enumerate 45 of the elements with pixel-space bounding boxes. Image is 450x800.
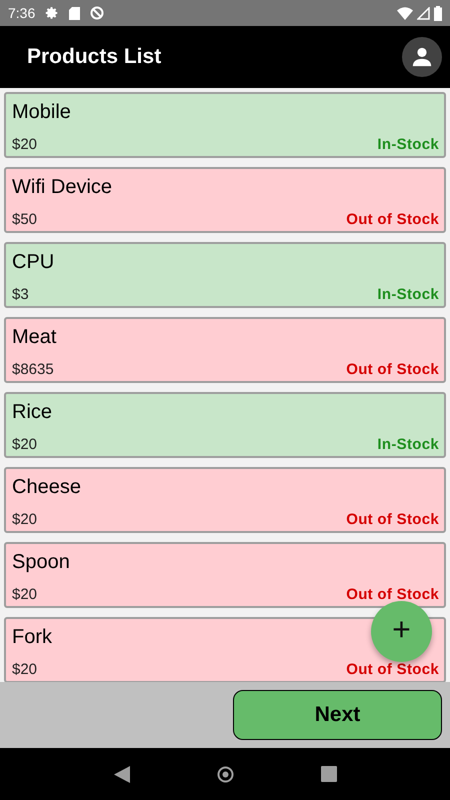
stock-status: Out of Stock <box>346 511 439 528</box>
home-icon[interactable] <box>216 766 234 782</box>
product-price: $20 <box>12 511 38 528</box>
blocked-circle-icon <box>90 6 104 20</box>
gear-icon <box>45 6 60 20</box>
product-name: Wifi Device <box>12 176 112 199</box>
signal-icon <box>417 6 430 20</box>
wifi-icon <box>397 6 413 20</box>
product-card[interactable]: Spoon $20 Out of Stock <box>4 542 446 608</box>
status-time: 7:36 <box>8 5 36 21</box>
stock-status: In-Stock <box>377 136 439 153</box>
product-price: $8635 <box>12 361 54 378</box>
stock-status: In-Stock <box>377 436 439 453</box>
product-price: $20 <box>12 661 38 678</box>
product-price: $20 <box>12 436 38 453</box>
product-price: $3 <box>12 286 29 303</box>
product-name: Cheese <box>12 476 81 499</box>
stock-status: In-Stock <box>377 286 439 303</box>
stock-status: Out of Stock <box>346 661 439 678</box>
product-card[interactable]: Mobile $20 In-Stock <box>4 92 446 158</box>
person-icon <box>411 46 433 68</box>
product-price: $50 <box>12 211 38 228</box>
product-card[interactable]: Wifi Device $50 Out of Stock <box>4 167 446 233</box>
product-name: Meat <box>12 326 56 349</box>
product-card[interactable]: Cheese $20 Out of Stock <box>4 467 446 533</box>
product-price: $20 <box>12 586 38 603</box>
battery-icon <box>434 6 442 20</box>
stock-status: Out of Stock <box>346 211 439 228</box>
product-name: Mobile <box>12 101 71 124</box>
back-icon[interactable] <box>114 766 130 782</box>
stock-status: Out of Stock <box>346 586 439 603</box>
product-card[interactable]: Rice $20 In-Stock <box>4 392 446 458</box>
product-card[interactable]: CPU $3 In-Stock <box>4 242 446 308</box>
product-name: Fork <box>12 626 52 649</box>
product-name: Rice <box>12 401 52 424</box>
product-price: $20 <box>12 136 38 153</box>
next-button[interactable]: Next <box>233 690 442 740</box>
product-name: Spoon <box>12 551 70 574</box>
overview-icon[interactable] <box>320 766 336 782</box>
product-name: CPU <box>12 251 54 274</box>
sd-card-icon <box>69 6 80 20</box>
product-card[interactable]: Meat $8635 Out of Stock <box>4 317 446 383</box>
profile-button[interactable] <box>402 37 442 77</box>
stock-status: Out of Stock <box>346 361 439 378</box>
app-title: Products List <box>27 45 162 69</box>
